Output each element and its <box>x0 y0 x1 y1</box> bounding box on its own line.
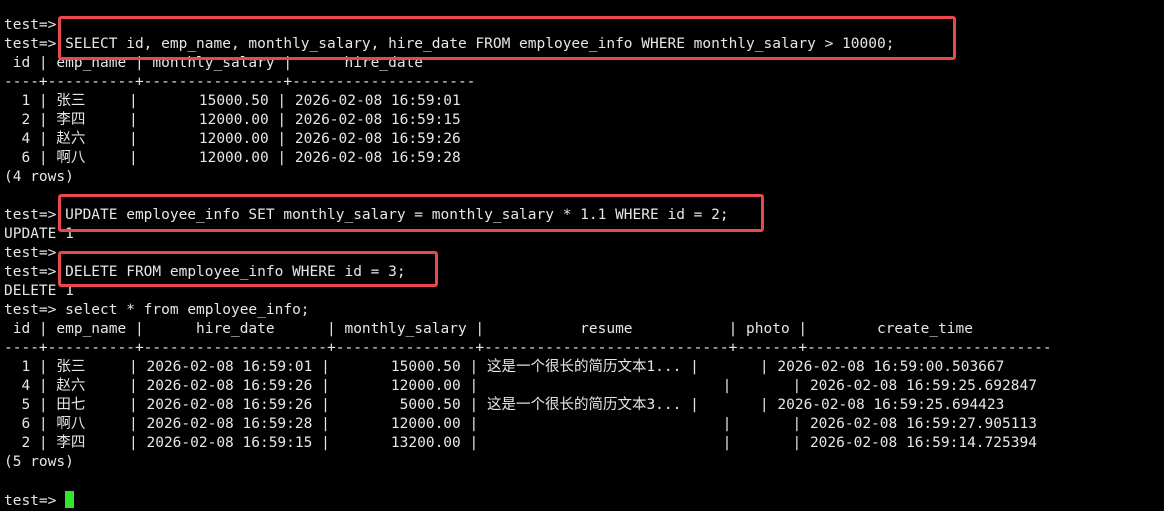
table-row: 1 | 张三 | 2026-02-08 16:59:01 | 15000.50 … <box>4 359 1005 375</box>
highlight-box-delete <box>58 251 438 287</box>
table-row: 5 | 田七 | 2026-02-08 16:59:26 | 5000.50 |… <box>4 397 1005 413</box>
highlight-box-select <box>58 16 956 60</box>
highlight-box-update <box>58 194 764 232</box>
table-row: 2 | 李四 | 2026-02-08 16:59:15 | 13200.00 … <box>4 435 1037 451</box>
table-row: 6 | 啊八 | 12000.00 | 2026-02-08 16:59:28 <box>4 150 461 166</box>
result-separator: ----+----------+---------------------+--… <box>4 340 1052 356</box>
text-cursor <box>65 491 75 508</box>
active-prompt-line[interactable]: test=> <box>4 491 1164 510</box>
row-count: (4 rows) <box>4 169 74 185</box>
table-row: 4 | 赵六 | 2026-02-08 16:59:26 | 12000.00 … <box>4 378 1037 394</box>
result-header: id | emp_name | hire_date | monthly_sala… <box>4 321 974 337</box>
terminal-line-select-all-query: test=> select * from employee_info; <box>4 302 310 318</box>
table-row: 1 | 张三 | 15000.50 | 2026-02-08 16:59:01 <box>4 93 461 109</box>
prompt: test=> <box>4 493 66 509</box>
row-count: (5 rows) <box>4 454 74 470</box>
table-row: 4 | 赵六 | 12000.00 | 2026-02-08 16:59:26 <box>4 131 461 147</box>
result-separator: ----+----------+----------------+-------… <box>4 74 476 90</box>
table-row: 6 | 啊八 | 2026-02-08 16:59:28 | 12000.00 … <box>4 416 1037 432</box>
table-row: 2 | 李四 | 12000.00 | 2026-02-08 16:59:15 <box>4 112 461 128</box>
